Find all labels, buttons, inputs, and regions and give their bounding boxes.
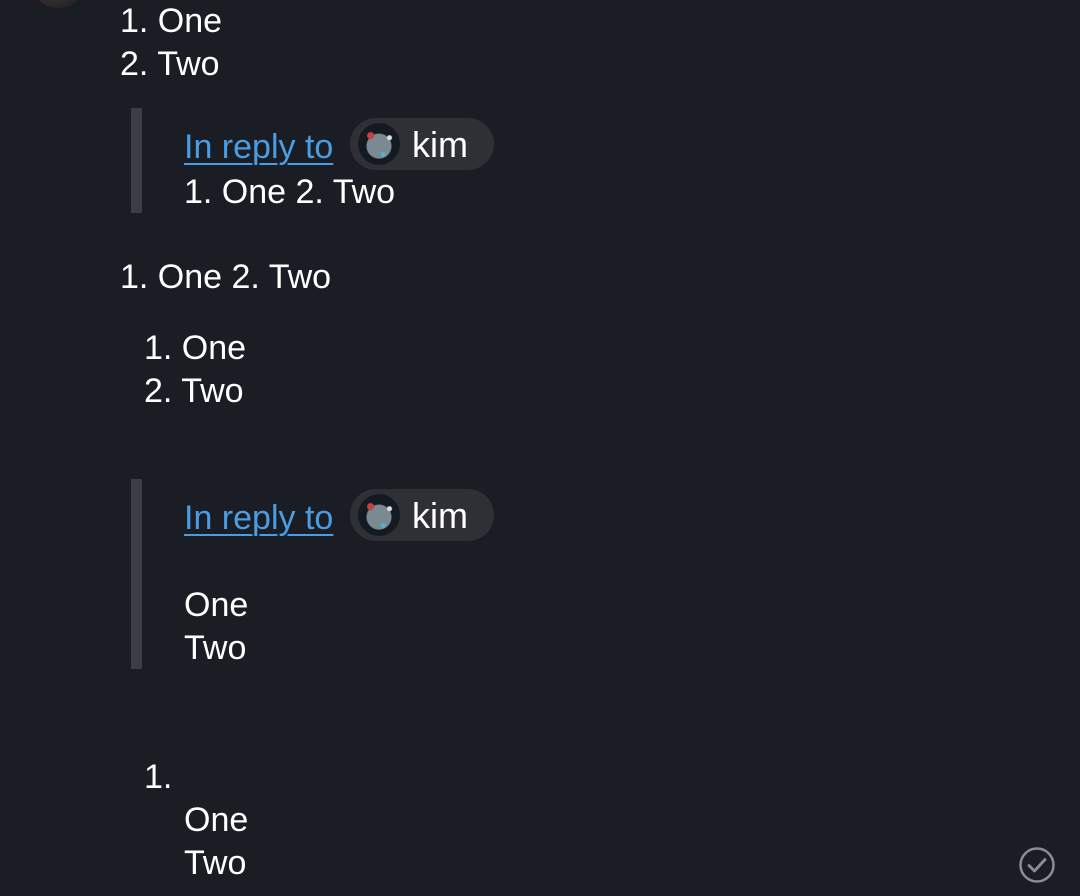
user-pill-kim[interactable]: kim	[350, 489, 494, 541]
reply-quote-text: 1. One 2. Two	[184, 173, 396, 211]
message-list-item: 1. One	[120, 2, 223, 40]
list-marker: 1.	[144, 758, 173, 796]
user-pill-name: kim	[412, 123, 468, 165]
in-reply-to-link[interactable]: In reply to	[184, 126, 333, 169]
user-pill-kim[interactable]: kim	[350, 118, 494, 170]
reply-quote-line: One	[184, 586, 249, 624]
user-pill-name: kim	[412, 494, 468, 536]
message-text: 1. One 2. Two	[120, 258, 332, 296]
in-reply-to-link-text[interactable]: In reply to	[184, 128, 333, 166]
in-reply-to-link[interactable]: In reply to	[184, 497, 333, 540]
message-line: One	[184, 801, 249, 839]
avatar-kim-icon	[358, 494, 400, 536]
message-list-item: 1. One	[144, 329, 247, 367]
in-reply-to-link-text[interactable]: In reply to	[184, 499, 333, 537]
sender-avatar[interactable]	[30, 0, 86, 8]
message-line: Two	[184, 844, 247, 882]
check-circle-icon	[1019, 847, 1055, 883]
message-list-item: 2. Two	[144, 372, 244, 410]
reply-quote-line: Two	[184, 629, 247, 667]
reply-quote-bar	[131, 108, 142, 213]
message-list-item: 2. Two	[120, 45, 220, 83]
reply-quote-bar	[131, 479, 142, 669]
avatar-kim-icon	[358, 123, 400, 165]
